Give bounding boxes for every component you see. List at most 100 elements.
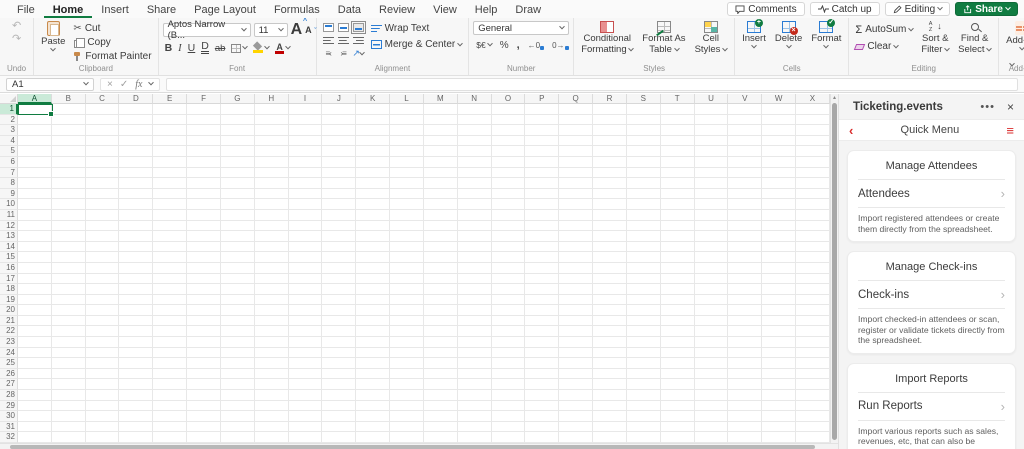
double-underline-button[interactable]: D [201, 41, 209, 54]
cell-F3[interactable] [187, 125, 221, 136]
cell-W17[interactable] [762, 273, 797, 285]
cell-B14[interactable] [51, 241, 86, 253]
cell-D24[interactable] [119, 347, 154, 359]
cell-R28[interactable] [593, 390, 627, 401]
row-header-12[interactable]: 12 [0, 220, 18, 232]
bold-button[interactable]: B [165, 42, 173, 54]
cell-A26[interactable] [18, 368, 52, 380]
cell-J27[interactable] [322, 379, 357, 391]
cell-F27[interactable] [187, 379, 221, 391]
cell-N12[interactable] [457, 220, 492, 232]
cell-K11[interactable] [356, 209, 391, 221]
cell-V14[interactable] [728, 241, 763, 253]
cell-Q3[interactable] [559, 125, 594, 136]
cell-I30[interactable] [288, 411, 323, 422]
cell-Q20[interactable] [559, 305, 594, 316]
cell-T18[interactable] [660, 284, 695, 295]
decrease-indent-button[interactable]: ≡‹ [325, 49, 331, 58]
cell-M10[interactable] [423, 199, 458, 210]
cell-K12[interactable] [356, 220, 391, 232]
cell-S29[interactable] [626, 400, 661, 412]
cell-E4[interactable] [153, 135, 188, 147]
cell-P11[interactable] [525, 209, 560, 221]
cell-C25[interactable] [85, 358, 120, 369]
cell-G22[interactable] [220, 326, 255, 338]
cell-M27[interactable] [423, 379, 458, 391]
cell-J11[interactable] [322, 209, 357, 221]
cell-E22[interactable] [153, 326, 188, 338]
cell-W22[interactable] [762, 326, 797, 338]
menu-tab-formulas[interactable]: Formulas [265, 0, 329, 18]
cell-C20[interactable] [85, 305, 120, 316]
cell-E10[interactable] [153, 199, 188, 210]
cell-Q31[interactable] [559, 421, 594, 433]
cell-X2[interactable] [796, 114, 830, 126]
cell-O28[interactable] [491, 390, 526, 401]
cell-D25[interactable] [119, 358, 154, 369]
cell-T2[interactable] [660, 114, 695, 126]
cell-G14[interactable] [220, 241, 255, 253]
cell-M6[interactable] [423, 156, 458, 168]
cell-A11[interactable] [18, 209, 52, 221]
cell-J21[interactable] [322, 315, 357, 327]
cell-G19[interactable] [220, 294, 255, 306]
cell-H7[interactable] [254, 167, 289, 179]
cell-B1[interactable] [51, 104, 86, 115]
cut-button[interactable]: ✂ Cut [71, 22, 153, 35]
cell-F22[interactable] [187, 326, 221, 338]
cell-J17[interactable] [322, 273, 357, 285]
cell-I12[interactable] [288, 220, 323, 232]
cell-O8[interactable] [491, 178, 526, 189]
cell-B15[interactable] [51, 252, 86, 263]
cell-T11[interactable] [660, 209, 695, 221]
cell-C7[interactable] [85, 167, 120, 179]
cell-O1[interactable] [491, 104, 526, 115]
cancel-entry-button[interactable]: × [107, 79, 113, 90]
cell-U9[interactable] [694, 188, 729, 200]
cell-O21[interactable] [491, 315, 526, 327]
cell-S1[interactable] [626, 104, 661, 115]
cell-D26[interactable] [119, 368, 154, 380]
column-header-p[interactable]: P [525, 94, 560, 104]
cell-S17[interactable] [626, 273, 661, 285]
cell-P20[interactable] [525, 305, 560, 316]
cell-P22[interactable] [525, 326, 560, 338]
cell-M30[interactable] [423, 411, 458, 422]
cell-Q15[interactable] [559, 252, 594, 263]
row-header-3[interactable]: 3 [0, 125, 18, 136]
menu-tab-draw[interactable]: Draw [506, 0, 550, 18]
cell-S13[interactable] [626, 231, 661, 242]
cell-D11[interactable] [119, 209, 154, 221]
menu-tab-help[interactable]: Help [466, 0, 507, 18]
cell-M12[interactable] [423, 220, 458, 232]
cell-G2[interactable] [220, 114, 255, 126]
cell-Q29[interactable] [559, 400, 594, 412]
italic-button[interactable]: I [178, 43, 182, 54]
cell-N19[interactable] [457, 294, 492, 306]
cell-X21[interactable] [796, 315, 830, 327]
cell-M14[interactable] [423, 241, 458, 253]
cell-B21[interactable] [51, 315, 86, 327]
cell-R19[interactable] [593, 294, 627, 306]
cell-K7[interactable] [356, 167, 391, 179]
cell-N31[interactable] [457, 421, 492, 433]
cell-R8[interactable] [593, 178, 627, 189]
attendees-button[interactable]: Attendees › [858, 180, 1005, 208]
column-header-i[interactable]: I [288, 94, 323, 104]
cell-L16[interactable] [390, 262, 424, 274]
cell-S23[interactable] [626, 337, 661, 348]
cell-I28[interactable] [288, 390, 323, 401]
pane-close-icon[interactable]: × [1007, 100, 1014, 114]
percent-style-button[interactable]: % [500, 40, 509, 51]
cell-U5[interactable] [694, 146, 729, 157]
cell-A19[interactable] [18, 294, 52, 306]
cell-H13[interactable] [254, 231, 289, 242]
cell-G10[interactable] [220, 199, 255, 210]
cell-A30[interactable] [18, 411, 52, 422]
cell-N9[interactable] [457, 188, 492, 200]
cell-P8[interactable] [525, 178, 560, 189]
cell-L28[interactable] [390, 390, 424, 401]
cell-X24[interactable] [796, 347, 830, 359]
cell-P31[interactable] [525, 421, 560, 433]
cell-D4[interactable] [119, 135, 154, 147]
